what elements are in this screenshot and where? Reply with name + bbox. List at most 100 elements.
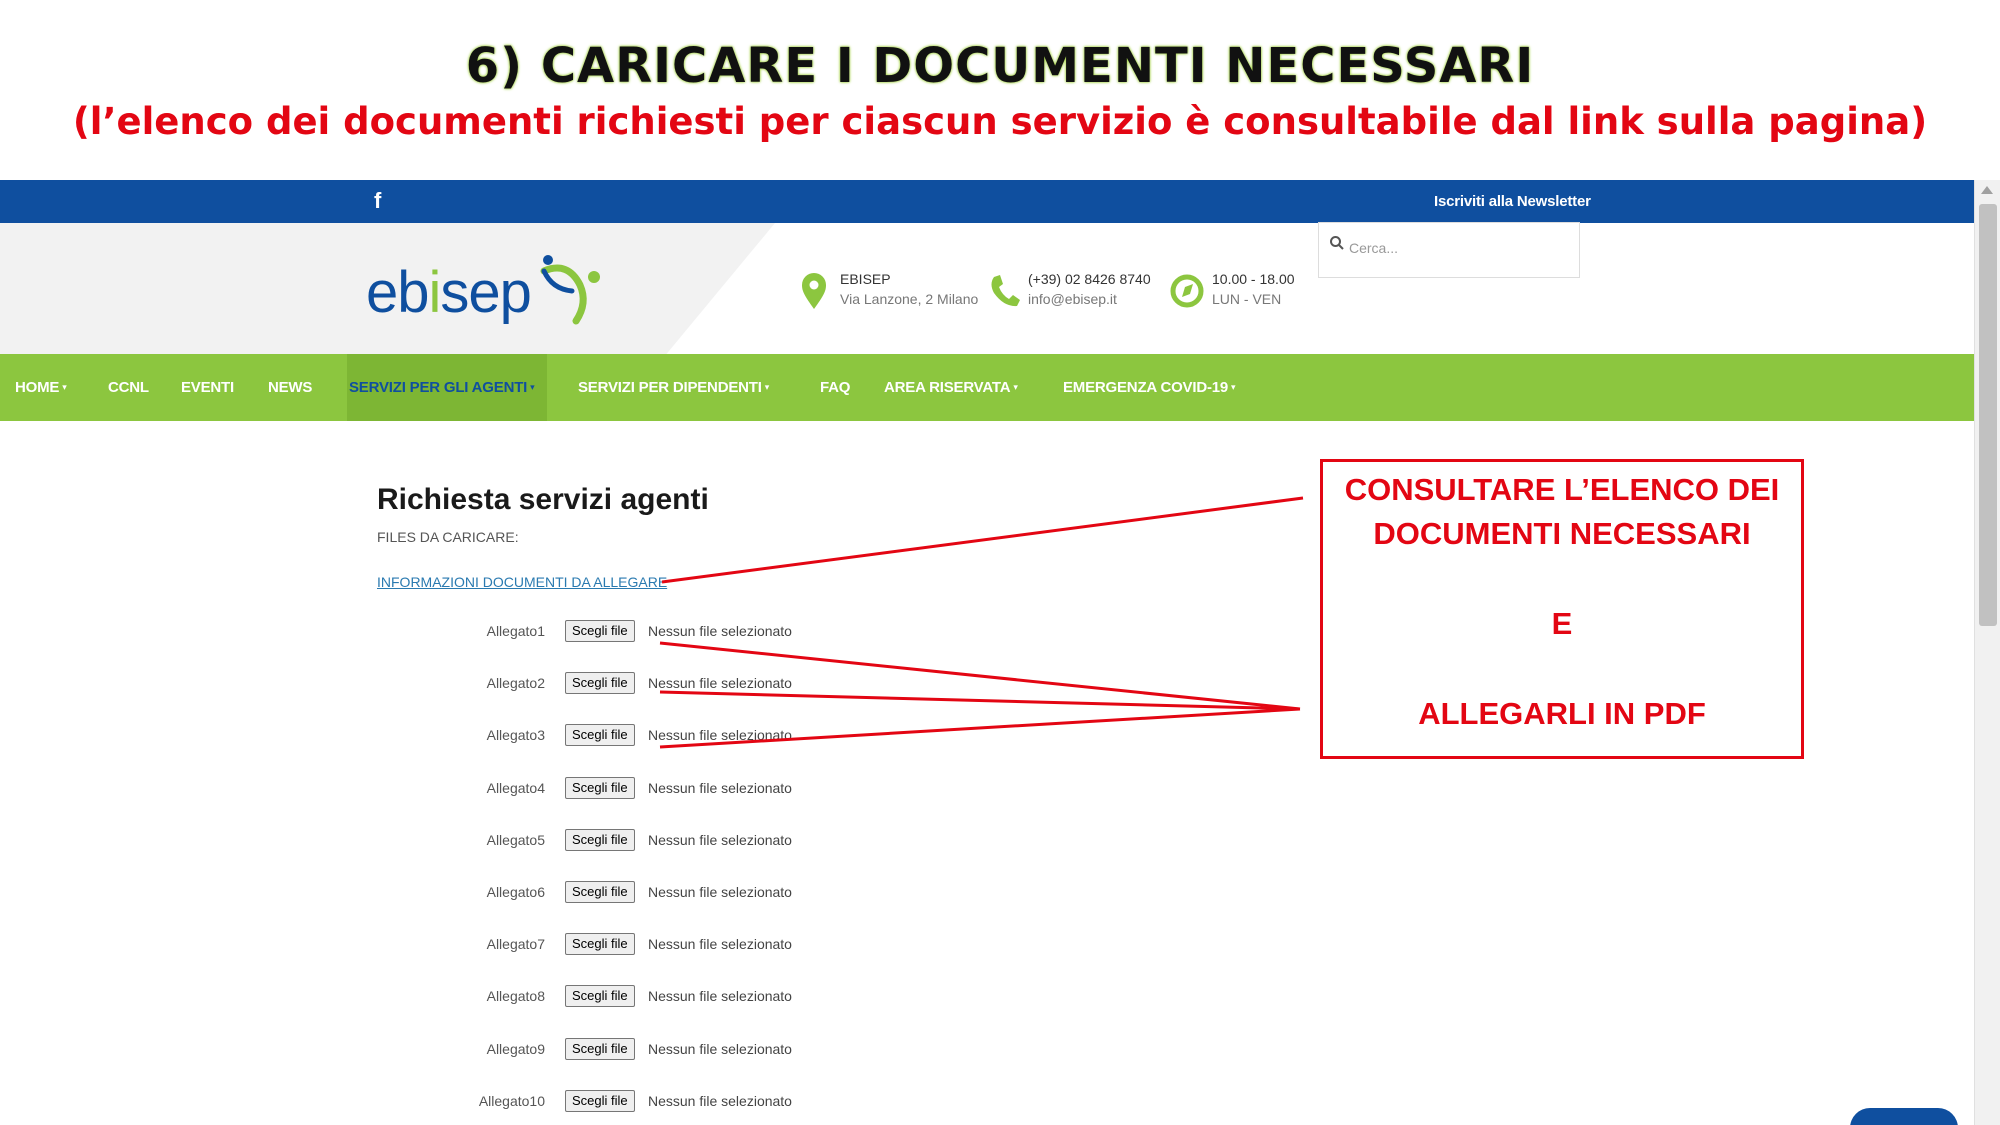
file-upload-row: Allegato6 Scegli file Nessun file selezion… — [0, 881, 900, 905]
choose-file-button[interactable]: Scegli file — [565, 933, 635, 956]
file-status: Nessun file selezionato — [648, 988, 792, 1005]
chevron-down-icon: ▾ — [1231, 382, 1236, 392]
nav-area-riservata[interactable]: AREA RISERVATA ▾ — [884, 354, 1018, 421]
file-label: Allegato3 — [486, 727, 545, 744]
file-upload-row: Allegato2 Scegli file Nessun file selezion… — [0, 672, 900, 696]
choose-file-button[interactable]: Scegli file — [565, 828, 635, 851]
choose-file-button[interactable]: Scegli file — [565, 1089, 635, 1112]
nav-emergenza-covid[interactable]: EMERGENZA COVID-19 ▾ — [1063, 354, 1236, 421]
file-upload-row: Allegato9 Scegli file Nessun file selezion… — [0, 1037, 900, 1062]
choose-file-button[interactable]: Scegli file — [565, 1037, 635, 1060]
chat-widget-button[interactable] — [1850, 1108, 1958, 1125]
nav-eventi-label: EVENTI — [181, 379, 234, 396]
file-upload-row: Allegato10 Scegli file Nessun file selezio… — [0, 1089, 900, 1114]
choose-file-button[interactable]: Scegli file — [565, 881, 635, 903]
file-upload-row: Allegato4 Scegli file Nessun file selezion… — [0, 776, 900, 801]
compass-icon — [1170, 274, 1204, 308]
opening-days: LUN - VEN — [1212, 291, 1282, 307]
address-detail: Via Lanzone, 2 Milano — [840, 291, 979, 307]
callout-line-2: DOCUMENTI NECESSARI — [1373, 516, 1751, 551]
files-label: FILES DA CARICARE: — [377, 529, 519, 545]
nav-news-label: NEWS — [268, 379, 313, 396]
choose-file-button[interactable]: Scegli file — [565, 985, 635, 1008]
nav-home[interactable]: HOME ▾ — [15, 354, 67, 421]
page-title: Richiesta servizi agenti — [377, 483, 709, 516]
file-label: Allegato6 — [486, 884, 545, 900]
nav-servizi-agenti-label: SERVIZI PER GLI AGENTI — [349, 379, 528, 396]
choose-file-button[interactable]: Scegli file — [565, 724, 635, 747]
file-status: Nessun file selezionato — [648, 936, 792, 953]
file-upload-row: Allegato7 Scegli file Nessun file selezion… — [0, 933, 900, 957]
file-upload-row: Allegato8 Scegli file Nessun file selezion… — [0, 985, 900, 1009]
email-address[interactable]: info@ebisep.it — [1028, 291, 1117, 307]
nav-ccnl-label: CCNL — [108, 379, 149, 396]
file-status: Nessun file selezionato — [648, 623, 792, 639]
chevron-down-icon: ▾ — [1013, 382, 1018, 392]
nav-emergenza-covid-label: EMERGENZA COVID-19 — [1063, 379, 1229, 396]
file-upload-row: Allegato3 Scegli file Nessun file selezion… — [0, 724, 900, 748]
search-icon — [1330, 236, 1344, 250]
logo-text-post: sep — [440, 260, 532, 325]
slide-title: 6) CARICARE I DOCUMENTI NECESSARI — [465, 38, 1535, 94]
site-header: ebisep EBISEP Via Lanzone, 2 Milano (+39… — [0, 223, 1974, 354]
file-label: Allegato9 — [486, 1040, 545, 1057]
chevron-down-icon: ▾ — [530, 382, 535, 392]
file-upload-row: Allegato1 Scegli file Nessun file selezion… — [0, 620, 900, 644]
nav-servizi-dipendenti[interactable]: SERVIZI PER DIPENDENTI ▾ — [578, 354, 769, 421]
file-label: Allegato4 — [486, 779, 545, 796]
opening-hours: 10.00 - 18.00 — [1212, 271, 1295, 287]
logo-text: ebisep — [366, 259, 532, 326]
callout-line-3: E — [1551, 606, 1573, 641]
file-upload-row: Allegato5 Scegli file Nessun file selezion… — [0, 828, 900, 853]
file-label: Allegato1 — [486, 623, 545, 639]
nav-ccnl[interactable]: CCNL — [108, 354, 149, 421]
logo-text-pre: eb — [366, 260, 430, 325]
phone-number[interactable]: (+39) 02 8426 8740 — [1028, 271, 1151, 287]
file-label: Allegato8 — [486, 988, 545, 1005]
file-status: Nessun file selezionato — [648, 727, 792, 744]
nav-home-label: HOME — [15, 379, 60, 396]
nav-eventi[interactable]: EVENTI — [181, 354, 234, 421]
choose-file-button[interactable]: Scegli file — [565, 776, 635, 799]
scroll-thumb[interactable] — [1979, 204, 1997, 626]
newsletter-link[interactable]: Iscriviti alla Newsletter — [1434, 193, 1591, 210]
callout-line-4: ALLEGARLI IN PDF — [1418, 696, 1706, 731]
file-status: Nessun file selezionato — [648, 1040, 792, 1057]
slide: 6) CARICARE I DOCUMENTI NECESSARI (l’ele… — [0, 0, 2000, 1125]
page-scrollbar[interactable] — [1974, 180, 2000, 1125]
callout-line-1: CONSULTARE L’ELENCO DEI — [1344, 472, 1780, 507]
file-label: Allegato7 — [486, 936, 545, 953]
nav-news[interactable]: NEWS — [268, 354, 312, 421]
nav-servizi-dipendenti-label: SERVIZI PER DIPENDENTI — [578, 379, 762, 396]
file-label: Allegato5 — [486, 831, 545, 848]
chevron-down-icon: ▾ — [764, 382, 770, 392]
file-status: Nessun file selezionato — [648, 779, 792, 796]
phone-icon — [991, 275, 1020, 307]
search-input[interactable] — [1349, 240, 1559, 256]
file-status: Nessun file selezionato — [648, 675, 792, 692]
choose-file-button[interactable]: Scegli file — [565, 620, 635, 642]
file-status: Nessun file selezionato — [648, 831, 792, 848]
address-title: EBISEP — [840, 271, 891, 287]
search-box[interactable] — [1318, 222, 1580, 278]
nav-faq[interactable]: FAQ — [820, 354, 850, 421]
choose-file-button[interactable]: Scegli file — [565, 672, 635, 695]
map-pin-icon — [802, 273, 826, 309]
logo-figure-icon — [540, 255, 600, 325]
chevron-down-icon: ▾ — [62, 382, 67, 392]
annotation-callout: CONSULTARE L’ELENCO DEI DOCUMENTI NECESS… — [1320, 459, 1804, 759]
file-label: Allegato2 — [486, 675, 545, 692]
main-nav: HOME ▾ CCNL EVENTI NEWS SERVIZI PER GLI A… — [0, 354, 1974, 421]
scroll-up-arrow-icon[interactable] — [1981, 186, 1993, 194]
facebook-icon[interactable]: f — [374, 188, 381, 214]
file-label: Allegato10 — [478, 1092, 545, 1109]
nav-servizi-agenti[interactable]: SERVIZI PER GLI AGENTI ▾ — [347, 354, 547, 421]
logo-text-i: i — [428, 260, 442, 325]
slide-subtitle: (l’elenco dei documenti richiesti per ci… — [72, 100, 1928, 143]
nav-area-riservata-label: AREA RISERVATA — [884, 379, 1011, 396]
file-status: Nessun file selezionato — [648, 1092, 792, 1109]
file-status: Nessun file selezionato — [648, 884, 792, 900]
documents-info-link[interactable]: INFORMAZIONI DOCUMENTI DA ALLEGARE — [377, 574, 667, 590]
nav-faq-label: FAQ — [820, 379, 851, 396]
ebisep-logo[interactable]: ebisep — [366, 251, 606, 331]
